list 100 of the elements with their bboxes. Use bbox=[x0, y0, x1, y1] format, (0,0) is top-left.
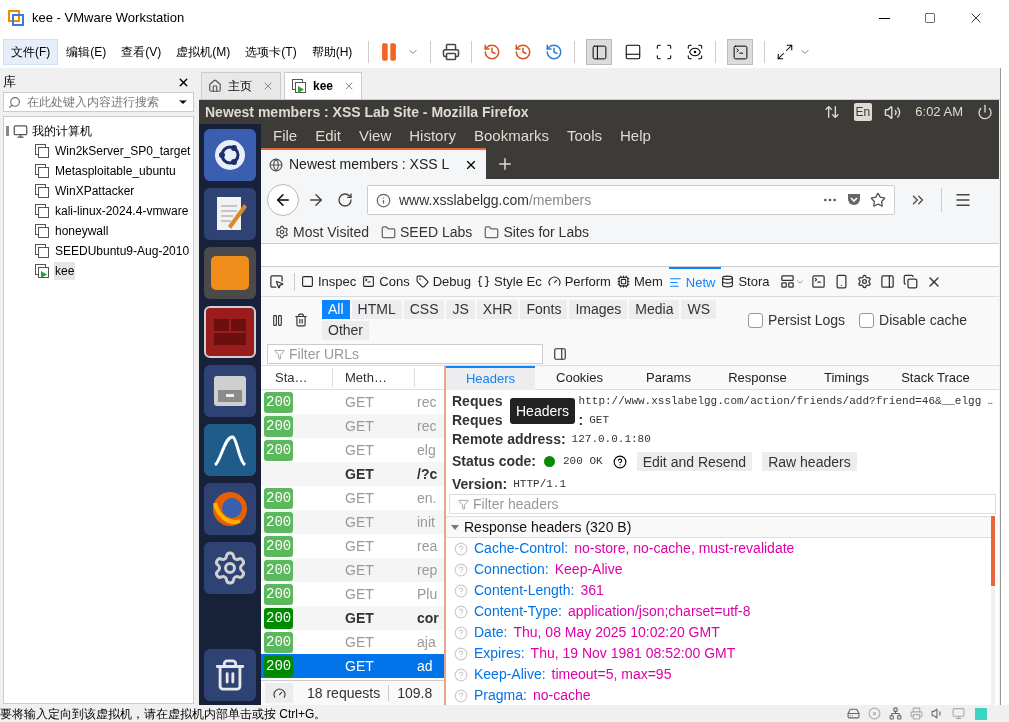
devtools-tab[interactable]: Mem bbox=[616, 266, 669, 297]
tree-item[interactable]: Metasploitable_ubuntu bbox=[54, 162, 177, 180]
tree-item[interactable]: Win2kServer_SP0_target bbox=[54, 142, 192, 160]
header-action-button[interactable]: Raw headers bbox=[762, 452, 857, 471]
clock-icon[interactable] bbox=[545, 43, 564, 61]
tree-item[interactable]: kee bbox=[54, 262, 76, 280]
tree-item[interactable]: 我的计算机 bbox=[32, 122, 92, 140]
section-header[interactable]: Response headers (320 B) bbox=[446, 516, 991, 538]
forward-icon[interactable] bbox=[307, 191, 325, 209]
tree-item[interactable]: honeywall bbox=[54, 222, 110, 240]
filter-button[interactable]: JS bbox=[446, 300, 475, 319]
details-tab[interactable]: Response bbox=[713, 365, 802, 390]
phone-icon[interactable] bbox=[833, 274, 849, 289]
header-action-button[interactable]: Edit and Resend bbox=[636, 452, 753, 471]
browser-tab[interactable]: Newest members : XSS L bbox=[261, 148, 486, 179]
window-icon[interactable] bbox=[902, 274, 918, 289]
menu-item[interactable]: 帮助(H) bbox=[304, 39, 360, 65]
filter-button[interactable]: Images bbox=[569, 300, 628, 319]
clock-text[interactable]: 6:02 AM bbox=[915, 102, 963, 122]
menu-item[interactable]: History bbox=[409, 124, 456, 148]
notepad-pencil-icon[interactable] bbox=[204, 188, 256, 240]
toggle-panel-icon[interactable] bbox=[553, 347, 567, 361]
filter-button[interactable]: Media bbox=[629, 300, 680, 319]
tile-icon[interactable] bbox=[204, 247, 256, 299]
menu-item[interactable]: 查看(V) bbox=[114, 39, 169, 65]
wrench-gear-icon[interactable] bbox=[204, 542, 256, 594]
menu-item[interactable]: Edit bbox=[315, 124, 342, 148]
column-header[interactable]: Sta… bbox=[261, 367, 333, 388]
filter-button[interactable]: All bbox=[322, 300, 350, 319]
url-field[interactable]: www.xsslabelgg.com/members bbox=[367, 185, 895, 215]
reload-icon[interactable] bbox=[337, 192, 353, 208]
menu-item[interactable]: Tools bbox=[567, 124, 602, 148]
settings-icon[interactable] bbox=[856, 274, 872, 289]
keyboard-layout-indicator[interactable]: En bbox=[853, 103, 873, 121]
bookmark-item[interactable]: Sites for Labs bbox=[484, 221, 589, 243]
search-field[interactable]: 在此处键入内容进行搜索 bbox=[3, 92, 194, 112]
bookmark-item[interactable]: SEED Labs bbox=[381, 221, 473, 243]
shield-icon[interactable] bbox=[846, 192, 862, 208]
devtools-tab[interactable]: Perform bbox=[547, 266, 617, 297]
globe-icon[interactable] bbox=[204, 483, 256, 535]
menu-item[interactable]: 选项卡(T) bbox=[238, 39, 304, 65]
vm-tab[interactable]: 主页 bbox=[201, 72, 281, 99]
filter-button[interactable]: HTML bbox=[351, 300, 402, 319]
menu-item[interactable]: View bbox=[359, 124, 392, 148]
clock-icon[interactable] bbox=[483, 43, 502, 61]
checkbox[interactable] bbox=[748, 312, 763, 328]
circle-emblem-icon[interactable] bbox=[204, 129, 256, 181]
network-icon[interactable] bbox=[889, 707, 902, 720]
send-keys-icon[interactable] bbox=[442, 43, 461, 61]
speaker-icon[interactable] bbox=[931, 707, 944, 720]
tree-item[interactable]: WinXPattacker bbox=[54, 182, 136, 200]
performance-button[interactable] bbox=[265, 683, 293, 703]
request-row[interactable]: 200 GET cor bbox=[261, 606, 444, 630]
console-view-button[interactable] bbox=[727, 39, 754, 65]
drive-icon[interactable] bbox=[847, 707, 860, 720]
details-tab[interactable]: Timings bbox=[802, 365, 891, 390]
devtools-tab[interactable]: Style Ec bbox=[477, 266, 548, 297]
layout-icon[interactable] bbox=[779, 274, 795, 289]
column-header[interactable]: Meth… bbox=[333, 367, 415, 388]
filter-button[interactable]: Other bbox=[322, 321, 369, 340]
request-row[interactable]: 200 GET ad bbox=[261, 654, 444, 678]
filter-button[interactable]: WS bbox=[681, 300, 717, 319]
filter-button[interactable]: XHR bbox=[476, 300, 519, 319]
devtools-tab[interactable]: Inspec bbox=[301, 266, 363, 297]
filter-button[interactable]: Fonts bbox=[520, 300, 568, 319]
tree-item[interactable]: kali-linux-2024.4-vmware bbox=[54, 202, 190, 220]
devtools-tab[interactable]: Cons bbox=[362, 266, 416, 297]
details-tab[interactable]: Params bbox=[624, 365, 713, 390]
cabinet-icon[interactable] bbox=[204, 365, 256, 417]
fullscreen-icon[interactable] bbox=[655, 43, 674, 61]
power-icon[interactable] bbox=[977, 104, 993, 120]
sidebar-view-button[interactable] bbox=[586, 39, 613, 65]
devtools-tab[interactable]: Stora bbox=[721, 266, 776, 297]
terminal-window-icon[interactable] bbox=[204, 306, 256, 358]
menu-item[interactable]: File bbox=[273, 124, 298, 148]
help-icon[interactable] bbox=[612, 454, 627, 469]
menu-item[interactable]: 编辑(E) bbox=[59, 39, 114, 65]
volume-icon[interactable] bbox=[884, 103, 902, 121]
back-button[interactable] bbox=[267, 184, 299, 216]
pause-icon[interactable] bbox=[271, 313, 284, 327]
menu-item[interactable]: 虚拟机(M) bbox=[169, 39, 238, 65]
panel-view-icon[interactable] bbox=[624, 43, 643, 61]
new-tab-icon[interactable] bbox=[496, 155, 514, 173]
picker-icon[interactable] bbox=[269, 274, 284, 289]
bookmark-item[interactable]: Most Visited bbox=[275, 221, 369, 243]
network-icon[interactable] bbox=[823, 104, 840, 120]
checkbox-label[interactable]: Persist Logs bbox=[768, 309, 846, 331]
clock-icon[interactable] bbox=[514, 43, 533, 61]
terminal-icon[interactable] bbox=[810, 274, 826, 289]
menu-item[interactable]: 文件(F) bbox=[3, 39, 59, 65]
menu-item[interactable]: Help bbox=[620, 124, 651, 148]
checkbox[interactable] bbox=[859, 312, 875, 328]
trash-icon[interactable] bbox=[294, 313, 308, 327]
scrollbar[interactable] bbox=[991, 516, 995, 705]
devtools-tab[interactable]: Debug bbox=[415, 266, 477, 297]
checkbox-label[interactable]: Disable cache bbox=[879, 309, 967, 331]
details-tab[interactable]: Stack Trace bbox=[891, 365, 980, 390]
menu-item[interactable]: Bookmarks bbox=[473, 124, 549, 148]
details-tab[interactable]: Cookies bbox=[535, 365, 624, 390]
star-icon[interactable] bbox=[870, 192, 886, 208]
